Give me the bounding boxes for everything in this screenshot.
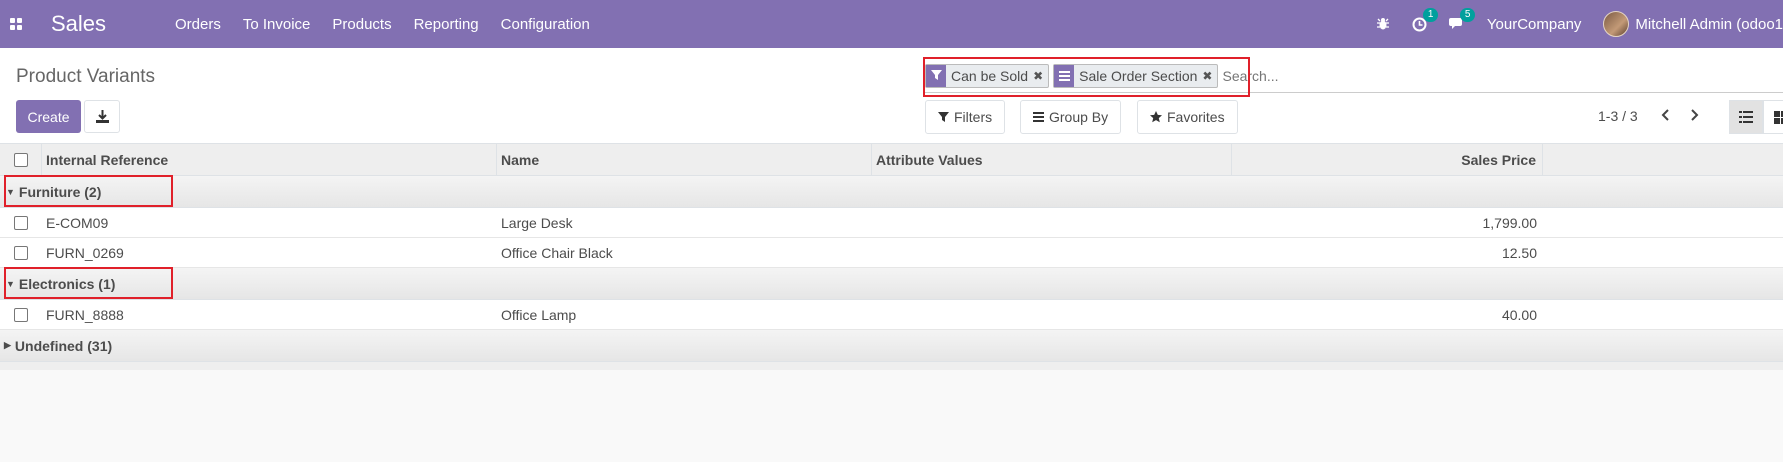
view-switcher	[1729, 100, 1783, 134]
caret-down-icon: ▼	[6, 186, 15, 197]
row-checkbox[interactable]	[14, 215, 28, 230]
row-spacer	[1543, 300, 1783, 329]
header-internal-reference[interactable]: Internal Reference	[42, 144, 497, 175]
star-icon	[1150, 111, 1162, 123]
kanban-view-icon[interactable]	[1763, 100, 1783, 134]
menu-reporting[interactable]: Reporting	[403, 16, 490, 33]
company-switcher[interactable]: YourCompany	[1487, 16, 1582, 33]
row-select-cell	[0, 300, 42, 329]
row-checkbox[interactable]	[14, 307, 28, 322]
group-row-furniture[interactable]: ▼ Furniture (2)	[0, 175, 1783, 208]
row-spacer	[1543, 208, 1783, 237]
filter-icon	[938, 111, 949, 123]
user-name: Mitchell Admin (odoo1	[1635, 15, 1783, 33]
favorites-button[interactable]: Favorites	[1137, 100, 1238, 134]
group-by-icon	[1054, 64, 1075, 87]
app-menu-icon[interactable]	[10, 18, 22, 30]
facet-label: Sale Order Section	[1079, 67, 1198, 84]
facet-sale-order-section: Sale Order Section ✖	[1053, 63, 1219, 88]
facet-label: Can be Sold	[951, 67, 1029, 84]
chevron-right-icon[interactable]	[1685, 105, 1705, 125]
chevron-left-icon[interactable]	[1655, 105, 1675, 125]
table-row[interactable]: FURN_0269 Office Chair Black 12.50	[0, 238, 1783, 268]
cell-attribute-values	[872, 300, 1232, 329]
cell-internal-reference: E-COM09	[46, 214, 109, 231]
cell-internal-reference: FURN_8888	[46, 306, 124, 323]
product-variants-table: Internal Reference Name Attribute Values…	[0, 144, 1783, 370]
menu-products[interactable]: Products	[321, 16, 402, 33]
pager-value[interactable]: 1-3 / 3	[1598, 108, 1638, 124]
group-label: Undefined (31)	[14, 337, 113, 354]
favorites-label: Favorites	[1167, 109, 1225, 125]
filter-icon	[926, 64, 946, 87]
caret-right-icon: ▶	[4, 340, 11, 350]
systray: 1 5 YourCompany Mitchell Admin (odoo1	[1376, 0, 1783, 48]
user-menu[interactable]: Mitchell Admin (odoo1	[1603, 11, 1783, 37]
menu-to-invoice[interactable]: To Invoice	[232, 16, 322, 33]
debug-icon[interactable]	[1376, 17, 1390, 31]
cell-attribute-values	[872, 238, 1232, 267]
search-bar: Can be Sold ✖ Sale Order Section ✖	[925, 59, 1783, 93]
messages-icon[interactable]: 5	[1448, 8, 1476, 31]
row-select-cell	[0, 238, 42, 267]
group-row-undefined[interactable]: ▶ Undefined (31)	[0, 330, 1783, 362]
download-icon	[95, 110, 109, 123]
cell-name: Office Chair Black	[501, 244, 613, 261]
facet-can-be-sold: Can be Sold ✖	[925, 63, 1050, 88]
messages-badge: 5	[1459, 8, 1476, 22]
cell-internal-reference: FURN_0269	[46, 244, 124, 261]
control-panel: Product Variants Can be Sold ✖ Sale Orde…	[0, 48, 1783, 144]
table-footer	[0, 362, 1783, 370]
menu-configuration[interactable]: Configuration	[490, 16, 601, 33]
table-header: Internal Reference Name Attribute Values…	[0, 144, 1783, 176]
row-spacer	[1543, 238, 1783, 267]
group-label: Electronics (1)	[18, 275, 116, 292]
header-spacer	[1543, 144, 1783, 175]
cell-attribute-values	[872, 208, 1232, 237]
cell-sales-price: 1,799.00	[1482, 214, 1538, 231]
filters-button[interactable]: Filters	[925, 100, 1006, 134]
row-checkbox[interactable]	[14, 245, 28, 260]
row-select-cell	[0, 208, 42, 237]
activity-badge: 1	[1422, 7, 1439, 22]
app-brand[interactable]: Sales	[51, 11, 106, 37]
group-by-label: Group By	[1049, 109, 1109, 125]
create-button[interactable]: Create	[16, 100, 81, 133]
menu-orders[interactable]: Orders	[164, 16, 232, 33]
cell-name: Office Lamp	[501, 306, 577, 323]
header-attribute-values[interactable]: Attribute Values	[872, 144, 1232, 175]
main-menu: Orders To Invoice Products Reporting Con…	[164, 0, 601, 48]
facet-remove-icon[interactable]: ✖	[1033, 69, 1048, 83]
table-row[interactable]: FURN_8888 Office Lamp 40.00	[0, 300, 1783, 330]
activity-clock-icon[interactable]: 1	[1412, 7, 1439, 32]
cell-name: Large Desk	[501, 214, 573, 231]
select-all-cell	[0, 144, 42, 175]
list-view-icon[interactable]	[1729, 100, 1763, 134]
avatar	[1603, 11, 1630, 37]
search-input[interactable]	[1222, 67, 1523, 84]
group-label: Furniture (2)	[18, 183, 102, 200]
header-sales-price[interactable]: Sales Price	[1232, 144, 1543, 175]
group-row-electronics[interactable]: ▼ Electronics (1)	[0, 267, 1783, 300]
page-title: Product Variants	[16, 66, 156, 87]
group-by-button[interactable]: Group By	[1020, 100, 1122, 134]
select-all-checkbox[interactable]	[13, 152, 28, 167]
group-by-icon	[1033, 112, 1044, 122]
facet-remove-icon[interactable]: ✖	[1202, 69, 1217, 83]
cell-sales-price: 12.50	[1501, 244, 1537, 261]
header-name[interactable]: Name	[497, 144, 872, 175]
table-row[interactable]: E-COM09 Large Desk 1,799.00	[0, 208, 1783, 238]
filters-label: Filters	[954, 109, 993, 125]
cell-sales-price: 40.00	[1501, 306, 1537, 323]
download-button[interactable]	[84, 100, 120, 133]
caret-down-icon: ▼	[6, 278, 15, 289]
top-navbar: Sales Orders To Invoice Products Reporti…	[0, 0, 1783, 48]
